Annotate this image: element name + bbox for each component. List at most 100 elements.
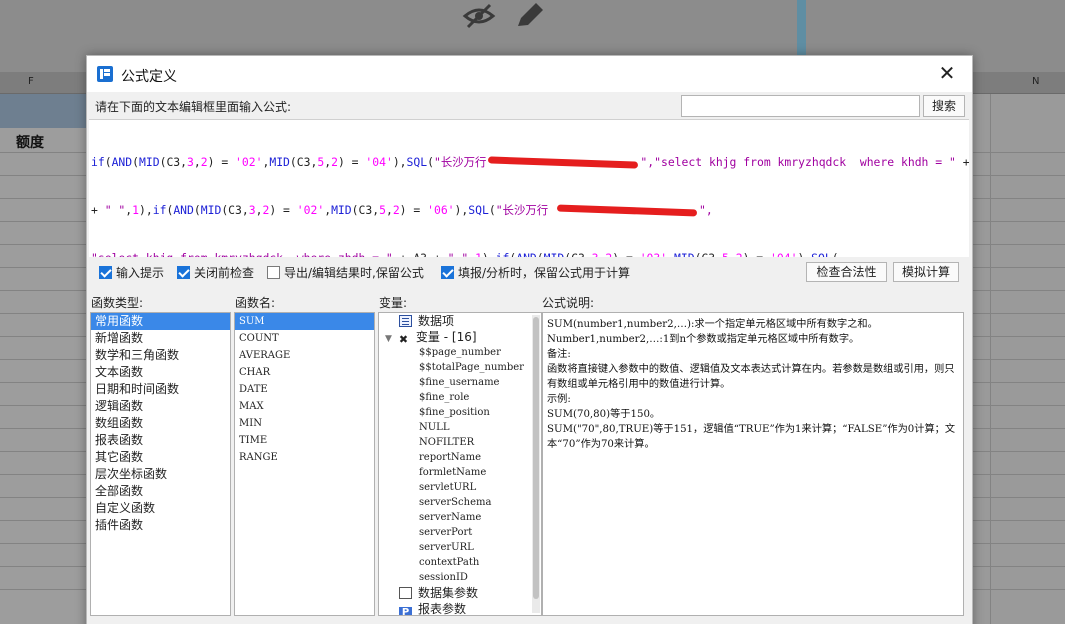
function-type-item[interactable]: 全部函数 xyxy=(91,483,230,500)
function-type-item[interactable]: 数学和三角函数 xyxy=(91,347,230,364)
data-items-node[interactable]: 数据项 xyxy=(379,313,541,329)
formula-prompt: 请在下面的文本编辑框里面输入公式: xyxy=(95,100,292,114)
variable-item[interactable]: contextPath xyxy=(379,555,541,570)
function-type-item[interactable]: 逻辑函数 xyxy=(91,398,230,415)
simulate-calc-button[interactable]: 模拟计算 xyxy=(893,262,959,282)
variable-item[interactable]: sessionID xyxy=(379,570,541,585)
description-label: 公式说明: xyxy=(542,296,595,310)
description-panel: SUM(number1,number2,…):求一个指定单元格区域中所有数字之和… xyxy=(542,312,964,616)
variables-label: 变量: xyxy=(379,296,408,310)
function-types-label: 函数类型: xyxy=(91,296,144,310)
data-items-label: 数据项 xyxy=(418,314,455,328)
column-f-label: F xyxy=(28,76,34,87)
dialog-title: 公式定义 xyxy=(121,69,177,85)
function-name-item[interactable]: RANGE xyxy=(235,449,374,466)
keep-formula-export-label: 导出/编辑结果时,保留公式 xyxy=(284,266,424,280)
report-param-icon: P xyxy=(399,607,412,615)
checkbox-unchecked-icon[interactable] xyxy=(267,266,280,279)
formula-editor[interactable]: if(AND(MID(C3,3,2) = '02',MID(C3,5,2) = … xyxy=(89,119,969,257)
function-type-item[interactable]: 常用函数 xyxy=(91,313,230,330)
check-validity-button[interactable]: 检查合法性 xyxy=(806,262,887,282)
keep-formula-export-checkbox[interactable]: 导出/编辑结果时,保留公式 xyxy=(267,264,424,281)
function-types-list[interactable]: 常用函数 新增函数 数学和三角函数 文本函数 日期和时间函数 逻辑函数 数组函数 报表函数 其它… xyxy=(90,312,231,616)
function-type-item[interactable]: 数组函数 xyxy=(91,415,230,432)
variable-item[interactable]: serverName xyxy=(379,510,541,525)
variable-item[interactable]: serverPort xyxy=(379,525,541,540)
input-hint-checkbox[interactable]: 输入提示 xyxy=(99,264,164,281)
column-n-label: N xyxy=(1032,76,1040,87)
function-type-item[interactable]: 自定义函数 xyxy=(91,500,230,517)
function-name-item[interactable]: MIN xyxy=(235,415,374,432)
dataset-params-label: 数据集参数 xyxy=(418,586,479,600)
edit-pencil-icon xyxy=(518,3,543,26)
function-name-item[interactable]: COUNT xyxy=(235,330,374,347)
description-line: 备注: xyxy=(547,349,571,360)
formula-dialog: 公式定义 ✕ 请在下面的文本编辑框里面输入公式: 搜索 if(AND(MID(C… xyxy=(86,55,973,624)
search-button[interactable]: 搜索 xyxy=(923,95,965,117)
variable-item[interactable]: serverURL xyxy=(379,540,541,555)
cell-label: 额度 xyxy=(16,135,44,151)
dataset-params-node[interactable]: 数据集参数 xyxy=(379,585,541,601)
finereport-logo-icon xyxy=(97,66,113,82)
formula-line: if(AND(MID(C3,3,2) = '02',MID(C3,5,2) = … xyxy=(91,155,969,169)
keep-formula-fill-label: 填报/分析时，保留公式用于计算 xyxy=(458,266,631,280)
input-hint-label: 输入提示 xyxy=(116,266,165,280)
checkbox-checked-icon[interactable] xyxy=(99,266,112,279)
function-type-item[interactable]: 新增函数 xyxy=(91,330,230,347)
variable-item[interactable]: $$totalPage_number xyxy=(379,360,541,375)
variable-item[interactable]: NULL xyxy=(379,420,541,435)
function-names-list[interactable]: SUM COUNT AVERAGE CHAR DATE MAX MIN TIME RANGE xyxy=(234,312,375,616)
keep-formula-fill-checkbox[interactable]: 填报/分析时，保留公式用于计算 xyxy=(441,264,630,281)
variable-item[interactable]: servletURL xyxy=(379,480,541,495)
description-line: 示例: xyxy=(547,394,571,405)
checkbox-checked-icon[interactable] xyxy=(441,266,454,279)
search-input[interactable] xyxy=(681,95,920,117)
function-type-item[interactable]: 插件函数 xyxy=(91,517,230,534)
check-before-close-label: 关闭前检查 xyxy=(194,266,255,280)
description-line: SUM(70,80)等于150。 xyxy=(547,409,661,420)
variable-item[interactable]: $fine_position xyxy=(379,405,541,420)
description-text: SUM(number1,number2,…):求一个指定单元格区域中所有数字之和… xyxy=(543,313,963,456)
function-name-item[interactable]: MAX xyxy=(235,398,374,415)
formula-line: "select khjg from kmryzhqdck where zhdh … xyxy=(91,250,967,257)
function-name-item[interactable]: TIME xyxy=(235,432,374,449)
grid-vline xyxy=(990,94,991,624)
function-type-item[interactable]: 其它函数 xyxy=(91,449,230,466)
variable-item[interactable]: $fine_username xyxy=(379,375,541,390)
formula-line: + " ",1),if(AND(MID(C3,3,2) = '02',MID(C… xyxy=(91,203,713,217)
variables-tree[interactable]: 数据项 ▼ ✖ 变量 - [16] $$page_number $$totalPage… xyxy=(378,312,542,616)
variable-item[interactable]: $$page_number xyxy=(379,345,541,360)
check-before-close-checkbox[interactable]: 关闭前检查 xyxy=(177,264,254,281)
variables-group-label: 变量 - [16] xyxy=(415,330,477,344)
variable-item[interactable]: reportName xyxy=(379,450,541,465)
formula-code[interactable]: if(AND(MID(C3,3,2) = '02',MID(C3,5,2) = … xyxy=(91,122,969,257)
description-line: Number1,number2,…:1到n个参数或指定单元格区域中所有数字。 xyxy=(547,334,860,345)
variable-item[interactable]: formletName xyxy=(379,465,541,480)
dialog-titlebar[interactable]: 公式定义 ✕ xyxy=(87,56,972,92)
dataset-param-icon xyxy=(399,587,412,599)
checkbox-checked-icon[interactable] xyxy=(177,266,190,279)
description-line: SUM("70",80,TRUE)等于151，逻辑值“TRUE”作为1来计算；“… xyxy=(547,424,956,450)
description-line: SUM(number1,number2,…):求一个指定单元格区域中所有数字之和… xyxy=(547,319,878,330)
function-names-label: 函数名: xyxy=(235,296,276,310)
function-name-item[interactable]: SUM xyxy=(235,313,374,330)
function-type-item[interactable]: 日期和时间函数 xyxy=(91,381,230,398)
function-type-item[interactable]: 文本函数 xyxy=(91,364,230,381)
function-name-item[interactable]: AVERAGE xyxy=(235,347,374,364)
report-params-label: 报表参数 xyxy=(418,602,467,616)
collapse-chevron-icon[interactable]: ▼ xyxy=(385,334,392,344)
variables-group-node[interactable]: ▼ ✖ 变量 - [16] xyxy=(379,329,541,346)
close-button[interactable]: ✕ xyxy=(932,62,962,86)
variable-item[interactable]: NOFILTER xyxy=(379,435,541,450)
function-name-item[interactable]: DATE xyxy=(235,381,374,398)
variable-item[interactable]: $fine_role xyxy=(379,390,541,405)
function-type-item[interactable]: 报表函数 xyxy=(91,432,230,449)
report-params-node[interactable]: P 报表参数 xyxy=(379,601,541,616)
scrollbar-thumb[interactable] xyxy=(533,317,539,599)
function-name-item[interactable]: CHAR xyxy=(235,364,374,381)
variable-item[interactable]: serverSchema xyxy=(379,495,541,510)
variables-scrollbar[interactable] xyxy=(532,315,540,613)
function-type-item[interactable]: 层次坐标函数 xyxy=(91,466,230,483)
hide-eye-icon xyxy=(462,3,496,29)
background-divider xyxy=(797,0,806,60)
